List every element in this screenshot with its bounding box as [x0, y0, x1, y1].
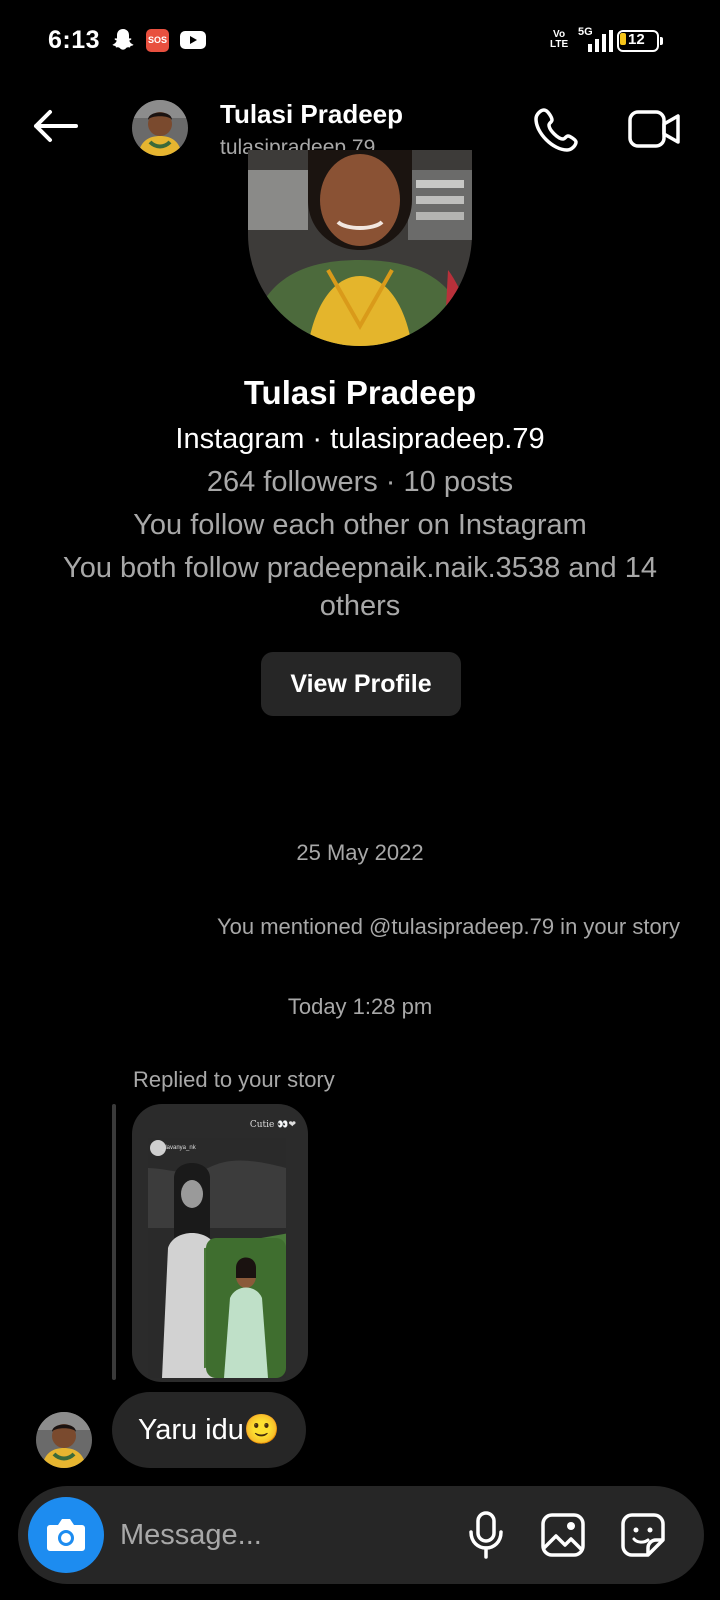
- volte-bottom: LTE: [550, 39, 569, 50]
- sos-badge: SOS: [146, 29, 169, 52]
- microphone-icon[interactable]: [466, 1510, 506, 1560]
- story-username: _lavanya_nk: [162, 1145, 196, 1151]
- status-bar: 6:13 SOS Vo LTE 5G 12: [0, 0, 720, 84]
- story-caption: Cutie 👀❤: [249, 1120, 296, 1130]
- profile-common-line: You both follow pradeepnaik.naik.3538 an…: [63, 552, 657, 622]
- back-arrow-icon[interactable]: [30, 106, 78, 146]
- status-time: 6:13: [48, 26, 101, 54]
- message-composer: [18, 1486, 704, 1584]
- profile-mutual-line: You follow each other on Instagram: [133, 509, 587, 541]
- reply-indicator-bar: [112, 1104, 116, 1380]
- date-separator: Today 1:28 pm: [287, 994, 433, 1019]
- message-bubble[interactable]: Yaru idu🙂: [112, 1392, 306, 1468]
- profile-platform-line: Instagram · tulasipradeep.79: [175, 423, 545, 455]
- profile-photo[interactable]: [248, 150, 472, 346]
- header-name[interactable]: Tulasi Pradeep: [220, 99, 403, 130]
- header-avatar[interactable]: [132, 100, 188, 156]
- profile-stats-line: 264 followers · 10 posts: [206, 466, 514, 498]
- battery-icon: 12: [617, 30, 663, 52]
- story-thumbnail[interactable]: Cutie 👀❤ _lavanya_nk: [132, 1104, 308, 1382]
- snapchat-icon: [112, 29, 134, 50]
- phone-icon[interactable]: [530, 106, 580, 156]
- view-profile-button[interactable]: View Profile: [261, 652, 461, 716]
- message-input[interactable]: [120, 1506, 420, 1564]
- battery-level: 12: [628, 31, 645, 48]
- date-separator: 25 May 2022: [296, 840, 424, 865]
- camera-button[interactable]: [28, 1497, 104, 1573]
- gallery-icon[interactable]: [540, 1512, 586, 1558]
- sender-avatar[interactable]: [36, 1412, 92, 1468]
- youtube-icon: [180, 31, 206, 49]
- sticker-icon[interactable]: [620, 1512, 666, 1558]
- camera-icon: [47, 1519, 85, 1551]
- story-image: [148, 1138, 286, 1378]
- story-mention-notice: You mentioned @tulasipradeep.79 in your …: [216, 914, 680, 939]
- signal-icon: [588, 30, 613, 52]
- battery-fill: [620, 33, 626, 45]
- replied-to-story-label: Replied to your story: [133, 1067, 335, 1092]
- volte-indicator: Vo LTE: [550, 30, 568, 50]
- profile-name: Tulasi Pradeep: [243, 374, 477, 411]
- video-camera-icon[interactable]: [628, 106, 682, 152]
